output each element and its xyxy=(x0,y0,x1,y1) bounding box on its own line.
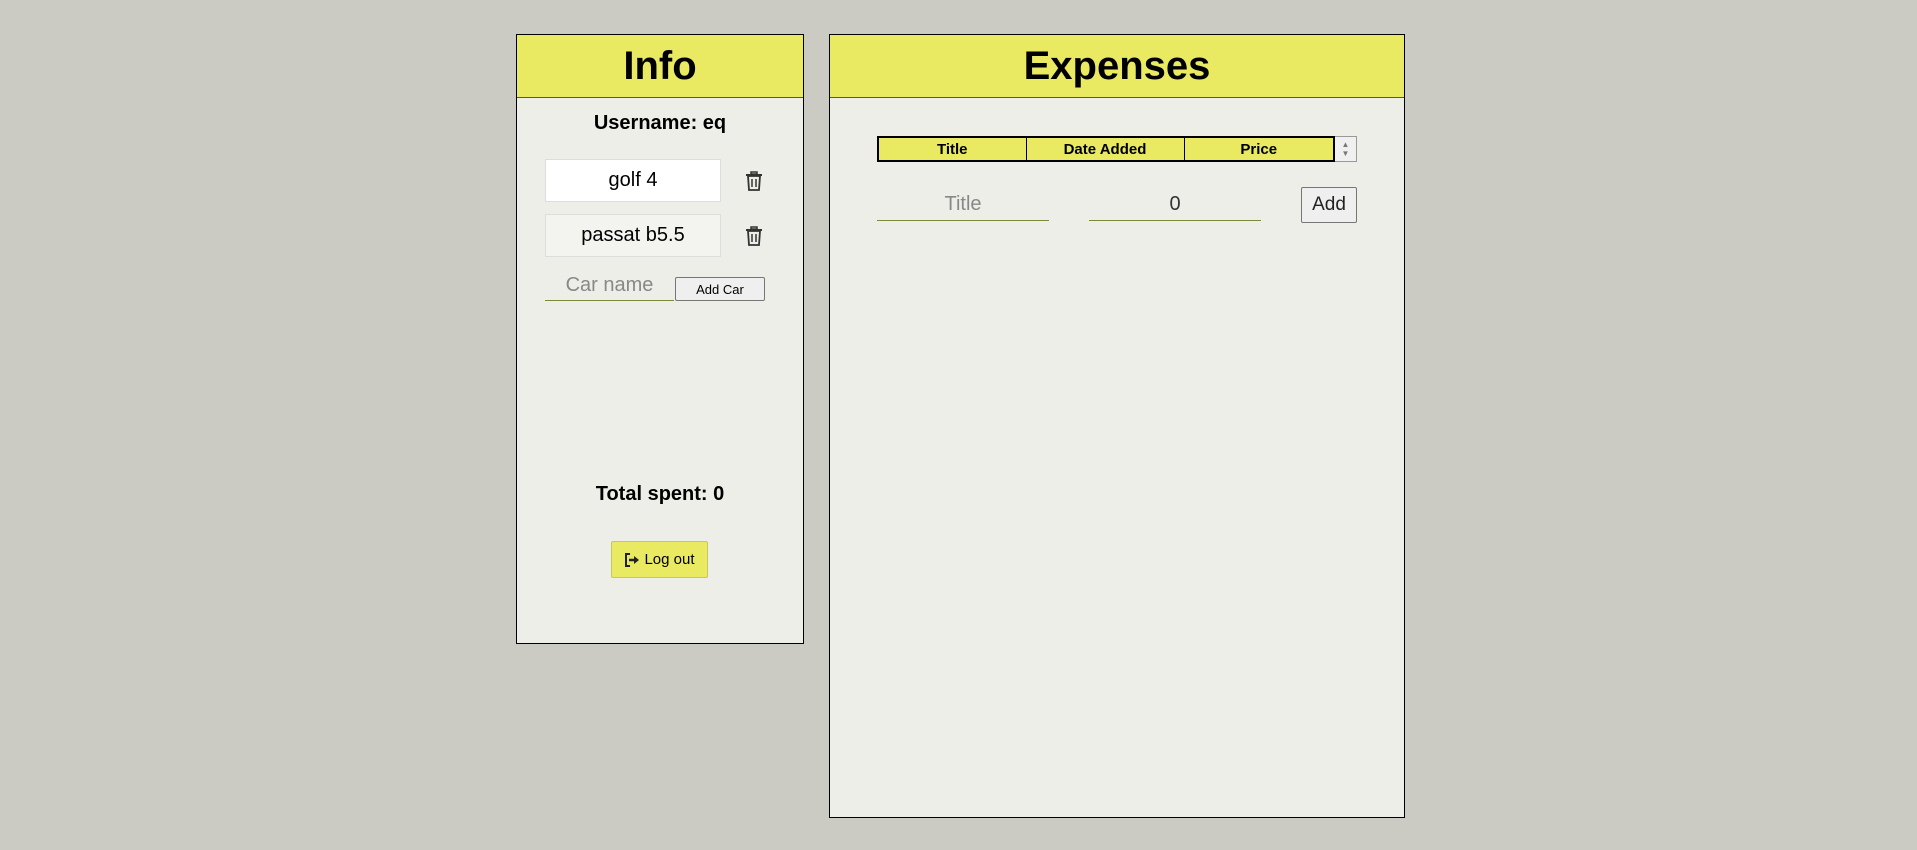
expenses-header: Expenses xyxy=(830,35,1404,98)
expenses-title: Expenses xyxy=(1023,43,1211,88)
info-panel: Info Username: eq golf 4 passat b5.5 Add… xyxy=(516,34,804,644)
expenses-table-wrapper: Title Date Added Price ▲ ▼ xyxy=(877,136,1357,162)
car-button[interactable]: passat b5.5 xyxy=(545,214,721,257)
column-header-price[interactable]: Price xyxy=(1183,136,1335,162)
add-car-button[interactable]: Add Car xyxy=(675,277,765,301)
expenses-panel: Expenses Title Date Added Price ▲ ▼ Add xyxy=(829,34,1405,818)
expense-price-input[interactable] xyxy=(1089,189,1261,221)
car-name-input[interactable] xyxy=(545,271,674,301)
expense-title-input[interactable] xyxy=(877,189,1049,221)
total-spent: Total spent: 0 xyxy=(595,483,725,505)
scroll-down-icon[interactable]: ▼ xyxy=(1342,149,1350,158)
logout-button[interactable]: Log out xyxy=(611,541,708,578)
car-name: golf 4 xyxy=(608,169,658,191)
column-header-title[interactable]: Title xyxy=(877,136,1027,162)
car-item: golf 4 xyxy=(545,159,763,202)
add-expense-form: Add xyxy=(877,185,1357,227)
column-header-date-added[interactable]: Date Added xyxy=(1025,136,1185,162)
info-header: Info xyxy=(517,35,803,98)
info-title: Info xyxy=(623,43,697,88)
trash-icon[interactable] xyxy=(745,225,763,246)
expenses-table: Title Date Added Price xyxy=(877,136,1335,162)
sign-out-icon xyxy=(625,552,640,567)
add-car-form: Add Car xyxy=(545,271,765,301)
add-expense-button[interactable]: Add xyxy=(1301,187,1357,223)
logout-label: Log out xyxy=(644,551,695,568)
username-label: Username: eq xyxy=(593,112,727,134)
table-scrollbar[interactable]: ▲ ▼ xyxy=(1335,136,1357,162)
car-name: passat b5.5 xyxy=(581,224,685,246)
trash-icon[interactable] xyxy=(745,170,763,191)
scroll-up-icon[interactable]: ▲ xyxy=(1342,140,1350,149)
car-item: passat b5.5 xyxy=(545,214,763,257)
car-button[interactable]: golf 4 xyxy=(545,159,721,202)
